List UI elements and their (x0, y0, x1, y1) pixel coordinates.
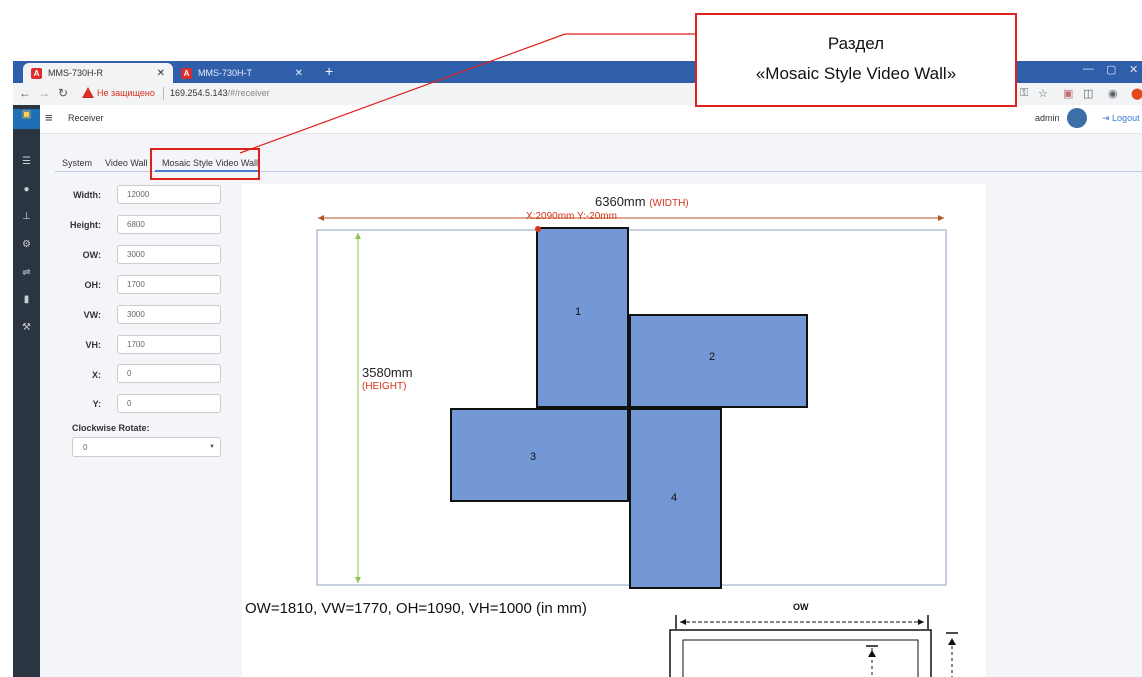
ow-outer-frame (669, 629, 932, 677)
dimension-caption: OW=1810, VW=1770, OH=1090, VH=1000 (in m… (245, 600, 587, 617)
callout-line-2: «Mosaic Style Video Wall» (755, 64, 957, 83)
height-text: 3580mm (362, 365, 413, 380)
width-value: 6360mm (WIDTH) (595, 194, 689, 209)
screen-2[interactable] (629, 314, 808, 408)
width-tag: (WIDTH) (649, 198, 689, 209)
ow-label: OW (793, 602, 809, 612)
position-label: X:2090mm Y:-20mm (526, 211, 617, 222)
screen-label: 3 (530, 451, 537, 463)
origin-point (535, 226, 541, 232)
vh-arrowhead (868, 650, 876, 657)
annotation-callout (695, 13, 1017, 107)
screen-1[interactable] (536, 227, 629, 408)
callout-line-1: Раздел (827, 34, 885, 53)
screen-label: 2 (709, 351, 716, 363)
height-tag: (HEIGHT) (362, 381, 407, 392)
screen-3[interactable] (450, 408, 629, 502)
screen-label: 1 (575, 306, 582, 318)
callout-pointer (239, 33, 566, 154)
width-text: 6360mm (595, 194, 646, 209)
screen-label: 4 (671, 492, 678, 504)
oh-arrowhead (948, 638, 956, 645)
ow-inner-frame (682, 639, 919, 677)
